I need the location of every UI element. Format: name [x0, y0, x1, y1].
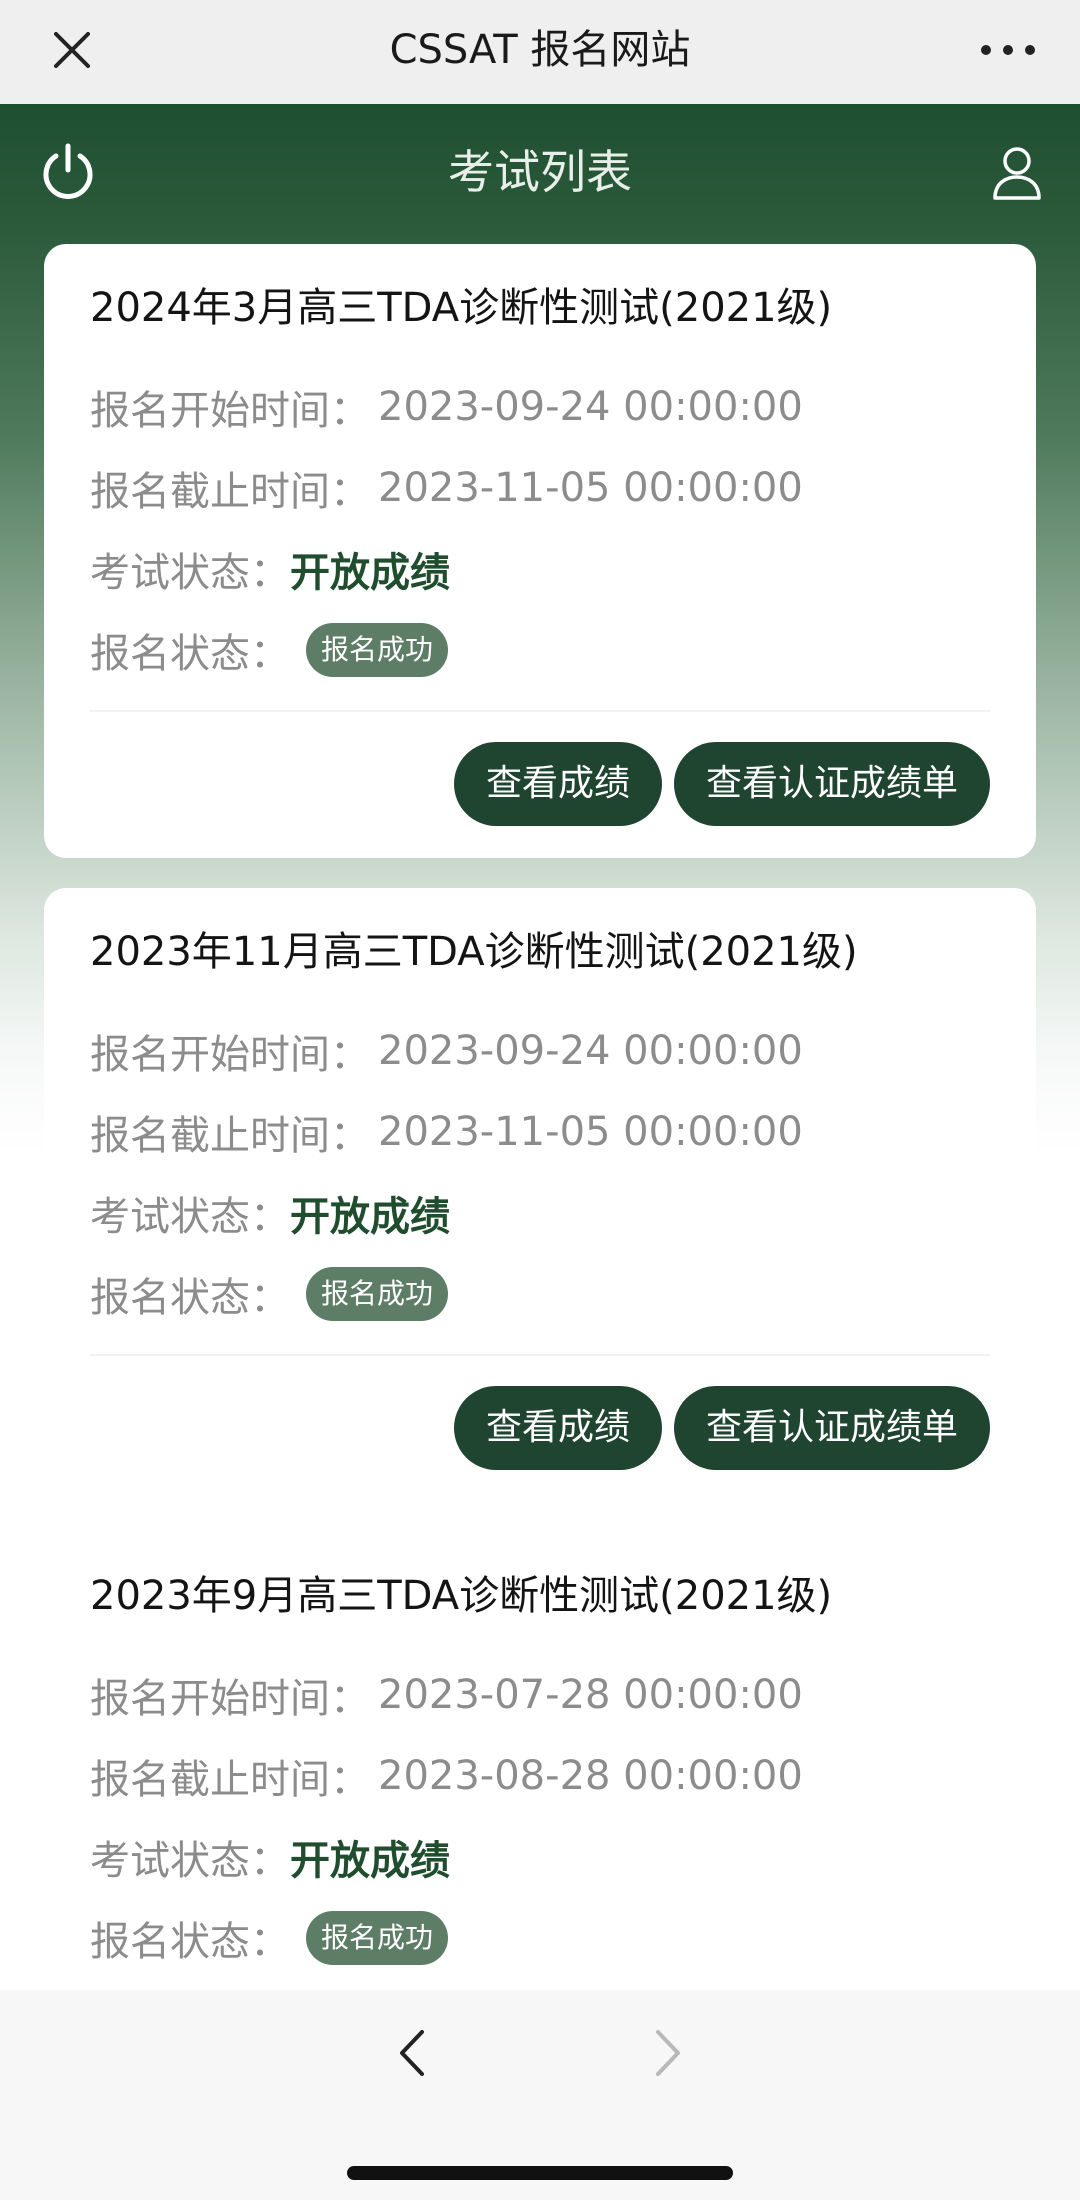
- exam-list-page: 考试列表 2024年3月高三TDA诊断性测试(2021级) 报名开始时间： 20…: [0, 104, 1080, 1990]
- registration-start-value: 2023-09-24 00:00:00: [378, 383, 803, 430]
- registration-status-row: 报名状态： 报名成功: [90, 609, 990, 690]
- view-certified-transcript-button[interactable]: 查看认证成绩单: [673, 742, 990, 826]
- exam-status-label: 考试状态：: [90, 1837, 290, 1884]
- registration-end-value: 2023-08-28 00:00:00: [378, 1752, 803, 1799]
- exam-status-value: 开放成绩: [290, 1837, 450, 1884]
- status-badge: 报名成功: [306, 622, 449, 677]
- registration-status-row: 报名状态： 报名成功: [90, 1897, 990, 1978]
- registration-end-row: 报名截止时间： 2023-11-05 00:00:00: [90, 1091, 990, 1172]
- home-indicator: [347, 2166, 733, 2180]
- view-certified-transcript-button[interactable]: 查看认证成绩单: [673, 1386, 990, 1470]
- browser-bottom-bar: [0, 1990, 1080, 2200]
- exam-title: 2023年9月高三TDA诊断性测试(2021级): [90, 1573, 833, 1619]
- registration-start-label: 报名开始时间：: [90, 387, 370, 434]
- exam-title: 2024年3月高三TDA诊断性测试(2021级): [90, 285, 833, 331]
- exam-card: 2023年11月高三TDA诊断性测试(2021级) 报名开始时间： 2023-0…: [44, 888, 1036, 1502]
- exam-status-value: 开放成绩: [290, 1193, 450, 1240]
- registration-start-row: 报名开始时间： 2023-09-24 00:00:00: [90, 366, 990, 447]
- registration-end-label: 报名截止时间：: [90, 1112, 370, 1159]
- registration-start-row: 报名开始时间： 2023-09-24 00:00:00: [90, 1010, 990, 1091]
- status-badge: 报名成功: [306, 1266, 449, 1321]
- more-icon[interactable]: [976, 30, 1040, 70]
- exam-status-row: 考试状态： 开放成绩: [90, 1172, 990, 1253]
- card-actions: 查看成绩 查看认证成绩单: [90, 1356, 990, 1470]
- registration-start-row: 报名开始时间： 2023-07-28 00:00:00: [90, 1654, 990, 1735]
- exam-status-row: 考试状态： 开放成绩: [90, 528, 990, 609]
- exam-card: 2024年3月高三TDA诊断性测试(2021级) 报名开始时间： 2023-09…: [44, 244, 1036, 858]
- chevron-right-icon[interactable]: [646, 2020, 690, 2086]
- view-score-button[interactable]: 查看成绩: [453, 742, 662, 826]
- registration-start-label: 报名开始时间：: [90, 1031, 370, 1078]
- exam-status-row: 考试状态： 开放成绩: [90, 1816, 990, 1897]
- exam-card: 2023年9月高三TDA诊断性测试(2021级) 报名开始时间： 2023-07…: [44, 1532, 1036, 1990]
- status-badge: 报名成功: [306, 1910, 449, 1965]
- chevron-left-icon[interactable]: [390, 2020, 434, 2086]
- user-icon[interactable]: [992, 146, 1042, 200]
- registration-end-label: 报名截止时间：: [90, 1756, 370, 1803]
- app-header: 考试列表: [0, 104, 1080, 244]
- registration-end-row: 报名截止时间： 2023-11-05 00:00:00: [90, 447, 990, 528]
- page-title: 考试列表: [448, 145, 632, 199]
- exam-status-label: 考试状态：: [90, 1193, 290, 1240]
- registration-start-value: 2023-07-28 00:00:00: [378, 1671, 803, 1718]
- card-actions: 查看成绩 查看认证成绩单: [90, 712, 990, 826]
- browser-page-title: CSSAT 报名网站: [389, 27, 691, 73]
- exam-status-value: 开放成绩: [290, 549, 450, 596]
- registration-end-value: 2023-11-05 00:00:00: [378, 464, 803, 511]
- exam-title: 2023年11月高三TDA诊断性测试(2021级): [90, 929, 858, 975]
- registration-end-value: 2023-11-05 00:00:00: [378, 1108, 803, 1155]
- registration-status-row: 报名状态： 报名成功: [90, 1253, 990, 1334]
- browser-top-bar: CSSAT 报名网站: [0, 0, 1080, 104]
- registration-status-label: 报名状态：: [90, 630, 290, 677]
- registration-start-value: 2023-09-24 00:00:00: [378, 1027, 803, 1074]
- registration-end-row: 报名截止时间： 2023-08-28 00:00:00: [90, 1735, 990, 1816]
- registration-status-label: 报名状态：: [90, 1918, 290, 1965]
- registration-end-label: 报名截止时间：: [90, 468, 370, 515]
- exam-status-label: 考试状态：: [90, 549, 290, 596]
- registration-start-label: 报名开始时间：: [90, 1675, 370, 1722]
- registration-status-label: 报名状态：: [90, 1274, 290, 1321]
- view-score-button[interactable]: 查看成绩: [453, 1386, 662, 1470]
